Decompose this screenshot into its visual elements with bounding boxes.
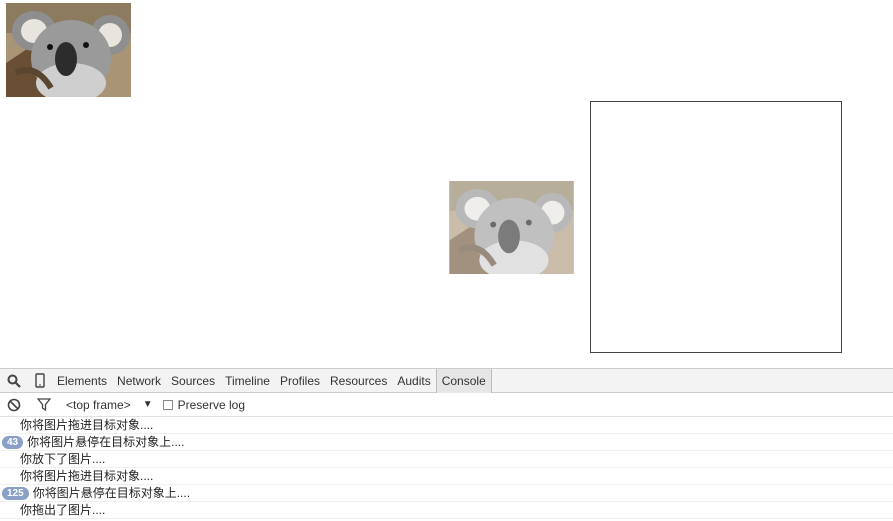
tab-console[interactable]: Console: [435, 368, 492, 393]
console-message: 43 你将图片悬停在目标对象上....: [0, 434, 893, 451]
console-message-text: 你放下了图片....: [20, 451, 106, 466]
console-message-text: 你将图片拖进目标对象....: [20, 417, 154, 432]
chevron-down-icon[interactable]: ▼: [143, 399, 153, 410]
tab-network[interactable]: Network: [112, 369, 166, 393]
console-message-text: 你将图片悬停在目标对象上....: [27, 434, 185, 449]
search-icon[interactable]: [2, 369, 26, 393]
preserve-log-checkbox[interactable]: [162, 399, 173, 410]
clear-console-icon[interactable]: [2, 394, 26, 416]
tab-resources[interactable]: Resources: [325, 369, 392, 393]
console-message: 你拖出了图片....: [0, 502, 893, 519]
console-message-text: 你将图片拖进目标对象....: [20, 468, 154, 483]
devtools-panel: Elements Network Sources Timeline Profil…: [0, 368, 893, 521]
devtools-tab-bar: Elements Network Sources Timeline Profil…: [0, 368, 893, 393]
console-message: 125 你将图片悬停在目标对象上....: [0, 485, 893, 502]
preserve-log-label: Preserve log: [177, 397, 245, 412]
console-toolbar: <top frame> ▼ Preserve log: [0, 393, 893, 417]
tab-timeline[interactable]: Timeline: [220, 369, 275, 393]
tab-profiles[interactable]: Profiles: [275, 369, 325, 393]
dragging-koala-ghost-image: [449, 181, 574, 274]
draggable-koala-image[interactable]: [6, 3, 131, 97]
console-message-text: 你拖出了图片....: [20, 502, 106, 517]
filter-icon[interactable]: [32, 394, 56, 416]
console-message-text: 你将图片悬停在目标对象上....: [32, 485, 191, 500]
tab-audits[interactable]: Audits: [392, 369, 435, 393]
frame-select[interactable]: <top frame>: [66, 398, 131, 412]
console-message: 你放下了图片....: [0, 451, 893, 468]
console-message: 你将图片拖进目标对象....: [0, 468, 893, 485]
tab-sources[interactable]: Sources: [166, 369, 220, 393]
drop-target-box[interactable]: [590, 101, 842, 353]
console-output: 你将图片拖进目标对象.... 43 你将图片悬停在目标对象上.... 你放下了图…: [0, 417, 893, 519]
device-mode-icon[interactable]: [28, 369, 52, 393]
repeat-count-badge: 125: [2, 486, 29, 500]
page-viewport: [0, 0, 893, 368]
preserve-log-toggle[interactable]: Preserve log: [162, 397, 245, 412]
repeat-count-badge: 43: [2, 435, 24, 449]
tab-elements[interactable]: Elements: [52, 369, 112, 393]
console-message: 你将图片拖进目标对象....: [0, 417, 893, 434]
